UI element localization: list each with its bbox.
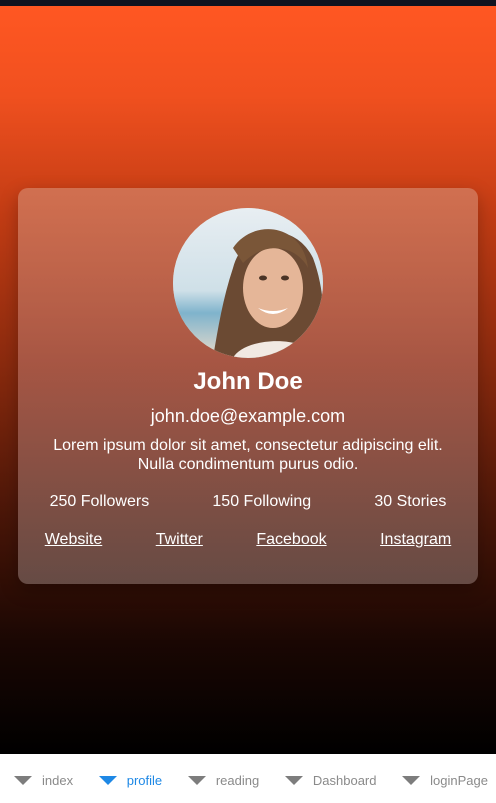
profile-links: Website Twitter Facebook Instagram <box>18 530 478 550</box>
tab-index[interactable]: index <box>14 769 73 788</box>
followers-count: 250 Followers <box>49 493 150 510</box>
tab-reading-icon <box>187 776 206 785</box>
profile-bio: Lorem ipsum dolor sit amet, consectetur … <box>53 437 443 473</box>
tab-index-icon <box>14 776 32 785</box>
tab-label: reading <box>215 773 260 788</box>
tab-loginpage[interactable]: loginPage <box>402 769 488 788</box>
instagram-link[interactable]: Instagram <box>380 530 451 550</box>
facebook-link[interactable]: Facebook <box>256 530 326 550</box>
tab-label: Dashboard <box>312 773 377 788</box>
profile-email: john.doe@example.com <box>150 406 346 426</box>
website-link[interactable]: Website <box>45 530 103 550</box>
following-count: 150 Following <box>212 493 312 510</box>
tab-dashboard[interactable]: Dashboard <box>284 769 377 788</box>
tab-label: loginPage <box>430 773 488 788</box>
stories-count: 30 Stories <box>374 493 447 510</box>
bottom-tab-bar: index profile reading Dashboard loginPag… <box>0 754 496 803</box>
profile-avatar <box>173 208 323 358</box>
tab-reading[interactable]: reading <box>187 769 260 788</box>
tab-dashboard-icon <box>284 776 303 785</box>
tab-profile-icon <box>98 776 117 785</box>
profile-card: John Doe john.doe@example.com Lorem ipsu… <box>18 188 478 584</box>
tab-profile[interactable]: profile <box>98 769 163 788</box>
tab-label: profile <box>126 773 163 788</box>
profile-stats: 250 Followers 150 Following 30 Stories <box>18 492 478 512</box>
twitter-link[interactable]: Twitter <box>156 530 203 550</box>
profile-background: John Doe john.doe@example.com Lorem ipsu… <box>0 6 496 754</box>
tab-loginpage-icon <box>402 776 421 785</box>
tab-label: index <box>42 773 74 788</box>
profile-name: John Doe <box>193 368 303 395</box>
